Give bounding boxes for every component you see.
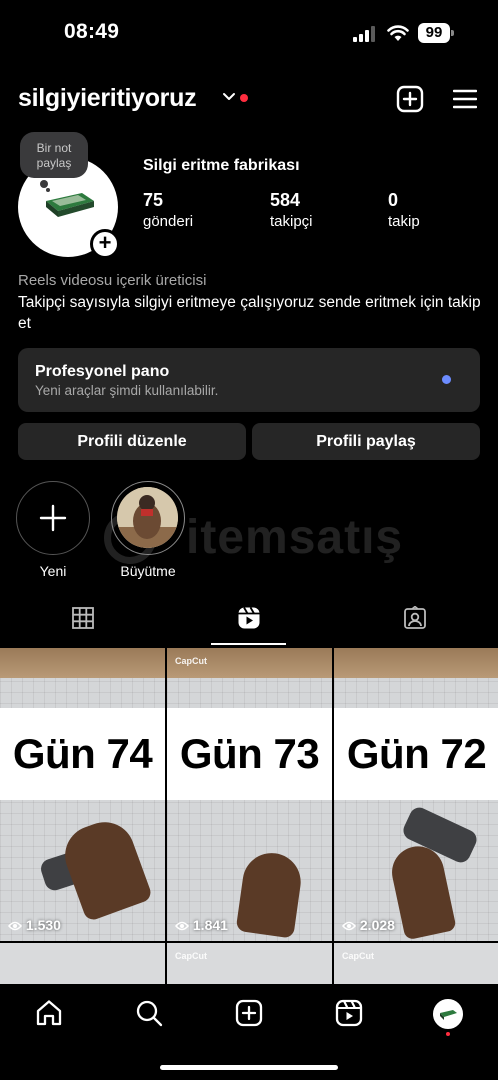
capcut-tag: CapCut	[342, 951, 374, 961]
wifi-icon	[387, 25, 409, 41]
note-bubble-tail	[40, 180, 48, 188]
reel-thumbnail[interactable]: CapCut	[334, 943, 498, 984]
highlight-new[interactable]: Yeni	[16, 481, 90, 579]
username[interactable]: silgiyieritiyoruz	[18, 84, 197, 113]
signal-icon	[353, 26, 375, 42]
search-icon[interactable]	[134, 998, 164, 1028]
followers-count: 584	[270, 190, 301, 210]
reel-title: Gün 73	[179, 730, 320, 777]
battery-icon: 99	[418, 23, 454, 43]
following-stat[interactable]: 0 takip	[388, 190, 420, 230]
bio-text: Takipçi sayısıyla silgiyi eritmeye çalış…	[18, 294, 481, 332]
chevron-down-icon[interactable]	[222, 90, 236, 104]
profile-header: silgiyieritiyoruz	[0, 80, 498, 120]
capcut-tag: CapCut	[175, 951, 207, 961]
menu-icon[interactable]	[453, 87, 477, 111]
status-bar: 08:49 99	[0, 0, 498, 70]
following-label: takip	[388, 213, 420, 230]
dashboard-title: Profesyonel pano	[35, 363, 170, 380]
reel-view-count: 1.841	[192, 917, 228, 933]
highlight-label: Büyütme	[120, 563, 176, 579]
reel-title: Gün 74	[12, 730, 153, 777]
battery-level: 99	[418, 23, 450, 43]
eye-icon	[175, 921, 189, 931]
highlight-cover	[117, 487, 178, 548]
followers-stat[interactable]: 584 takipçi	[270, 190, 313, 230]
tab-grid[interactable]	[0, 595, 166, 645]
highlight-circle	[16, 481, 90, 555]
grid-icon	[72, 607, 94, 629]
create-icon[interactable]	[396, 85, 424, 113]
home-indicator	[160, 1065, 338, 1070]
eye-icon	[342, 921, 356, 931]
reel-thumbnail[interactable]: Gün 72 2.028	[334, 648, 498, 941]
eye-icon	[8, 921, 22, 931]
reel-title-banner: Gün 72	[334, 708, 498, 800]
note-bubble-tail	[46, 188, 50, 192]
note-bubble[interactable]: Bir not paylaş	[20, 132, 88, 178]
plus-icon	[39, 504, 67, 532]
reel-title-banner: Gün 74	[0, 708, 165, 800]
notification-dot	[446, 1032, 450, 1036]
reel-thumbnail[interactable]: CapCut Gün 73 1.841	[167, 648, 332, 941]
tab-reels[interactable]	[166, 595, 332, 645]
reel-view-count: 2.028	[359, 917, 395, 933]
profile-tabs	[0, 595, 498, 647]
reels-icon	[238, 607, 260, 629]
posts-label: gönderi	[143, 213, 194, 230]
following-count: 0	[388, 190, 399, 210]
add-story-button[interactable]: +	[90, 229, 120, 259]
dashboard-new-dot	[442, 375, 451, 384]
posts-stat[interactable]: 75 gönderi	[143, 190, 193, 230]
dashboard-subtitle: Yeni araçlar şimdi kullanılabilir.	[35, 383, 219, 398]
reel-views: 1.841	[175, 917, 228, 933]
tagged-icon	[404, 606, 426, 629]
highlight-circle	[111, 481, 185, 555]
highlight-buyutme[interactable]: Büyütme	[111, 481, 185, 579]
plus-icon: +	[98, 230, 112, 255]
bio-category: Reels videosu içerik üreticisi	[18, 272, 207, 289]
reel-views: 1.530	[8, 917, 61, 933]
reel-thumbnail[interactable]	[0, 943, 165, 984]
highlight-label: Yeni	[39, 563, 67, 579]
reels-nav-icon[interactable]	[334, 998, 364, 1028]
eraser-image	[46, 193, 94, 217]
status-time: 08:49	[64, 20, 120, 43]
profile-nav-avatar[interactable]	[433, 999, 463, 1029]
new-post-icon[interactable]	[234, 998, 264, 1028]
reels-grid: Gün 74 1.530 CapCut Gün 73 1.841 Gün 72 …	[0, 648, 498, 984]
tab-tagged[interactable]	[332, 595, 498, 645]
notification-dot	[240, 94, 248, 102]
posts-count: 75	[143, 190, 164, 210]
followers-label: takipçi	[270, 213, 313, 230]
reel-thumbnail[interactable]: CapCut	[167, 943, 332, 984]
reel-views: 2.028	[342, 917, 395, 933]
reel-title: Gün 72	[346, 730, 487, 777]
active-tab-indicator	[211, 643, 286, 645]
professional-dashboard[interactable]: Profesyonel pano Yeni araçlar şimdi kull…	[18, 348, 480, 412]
edit-profile-button[interactable]: Profili düzenle	[18, 423, 246, 460]
display-name: Silgi eritme fabrikası	[143, 157, 300, 174]
reel-thumbnail[interactable]: Gün 74 1.530	[0, 648, 165, 941]
home-icon[interactable]	[34, 998, 64, 1028]
share-profile-button[interactable]: Profili paylaş	[252, 423, 480, 460]
reel-view-count: 1.530	[25, 917, 61, 933]
capcut-tag: CapCut	[175, 656, 207, 666]
reel-title-banner: Gün 73	[167, 708, 332, 800]
